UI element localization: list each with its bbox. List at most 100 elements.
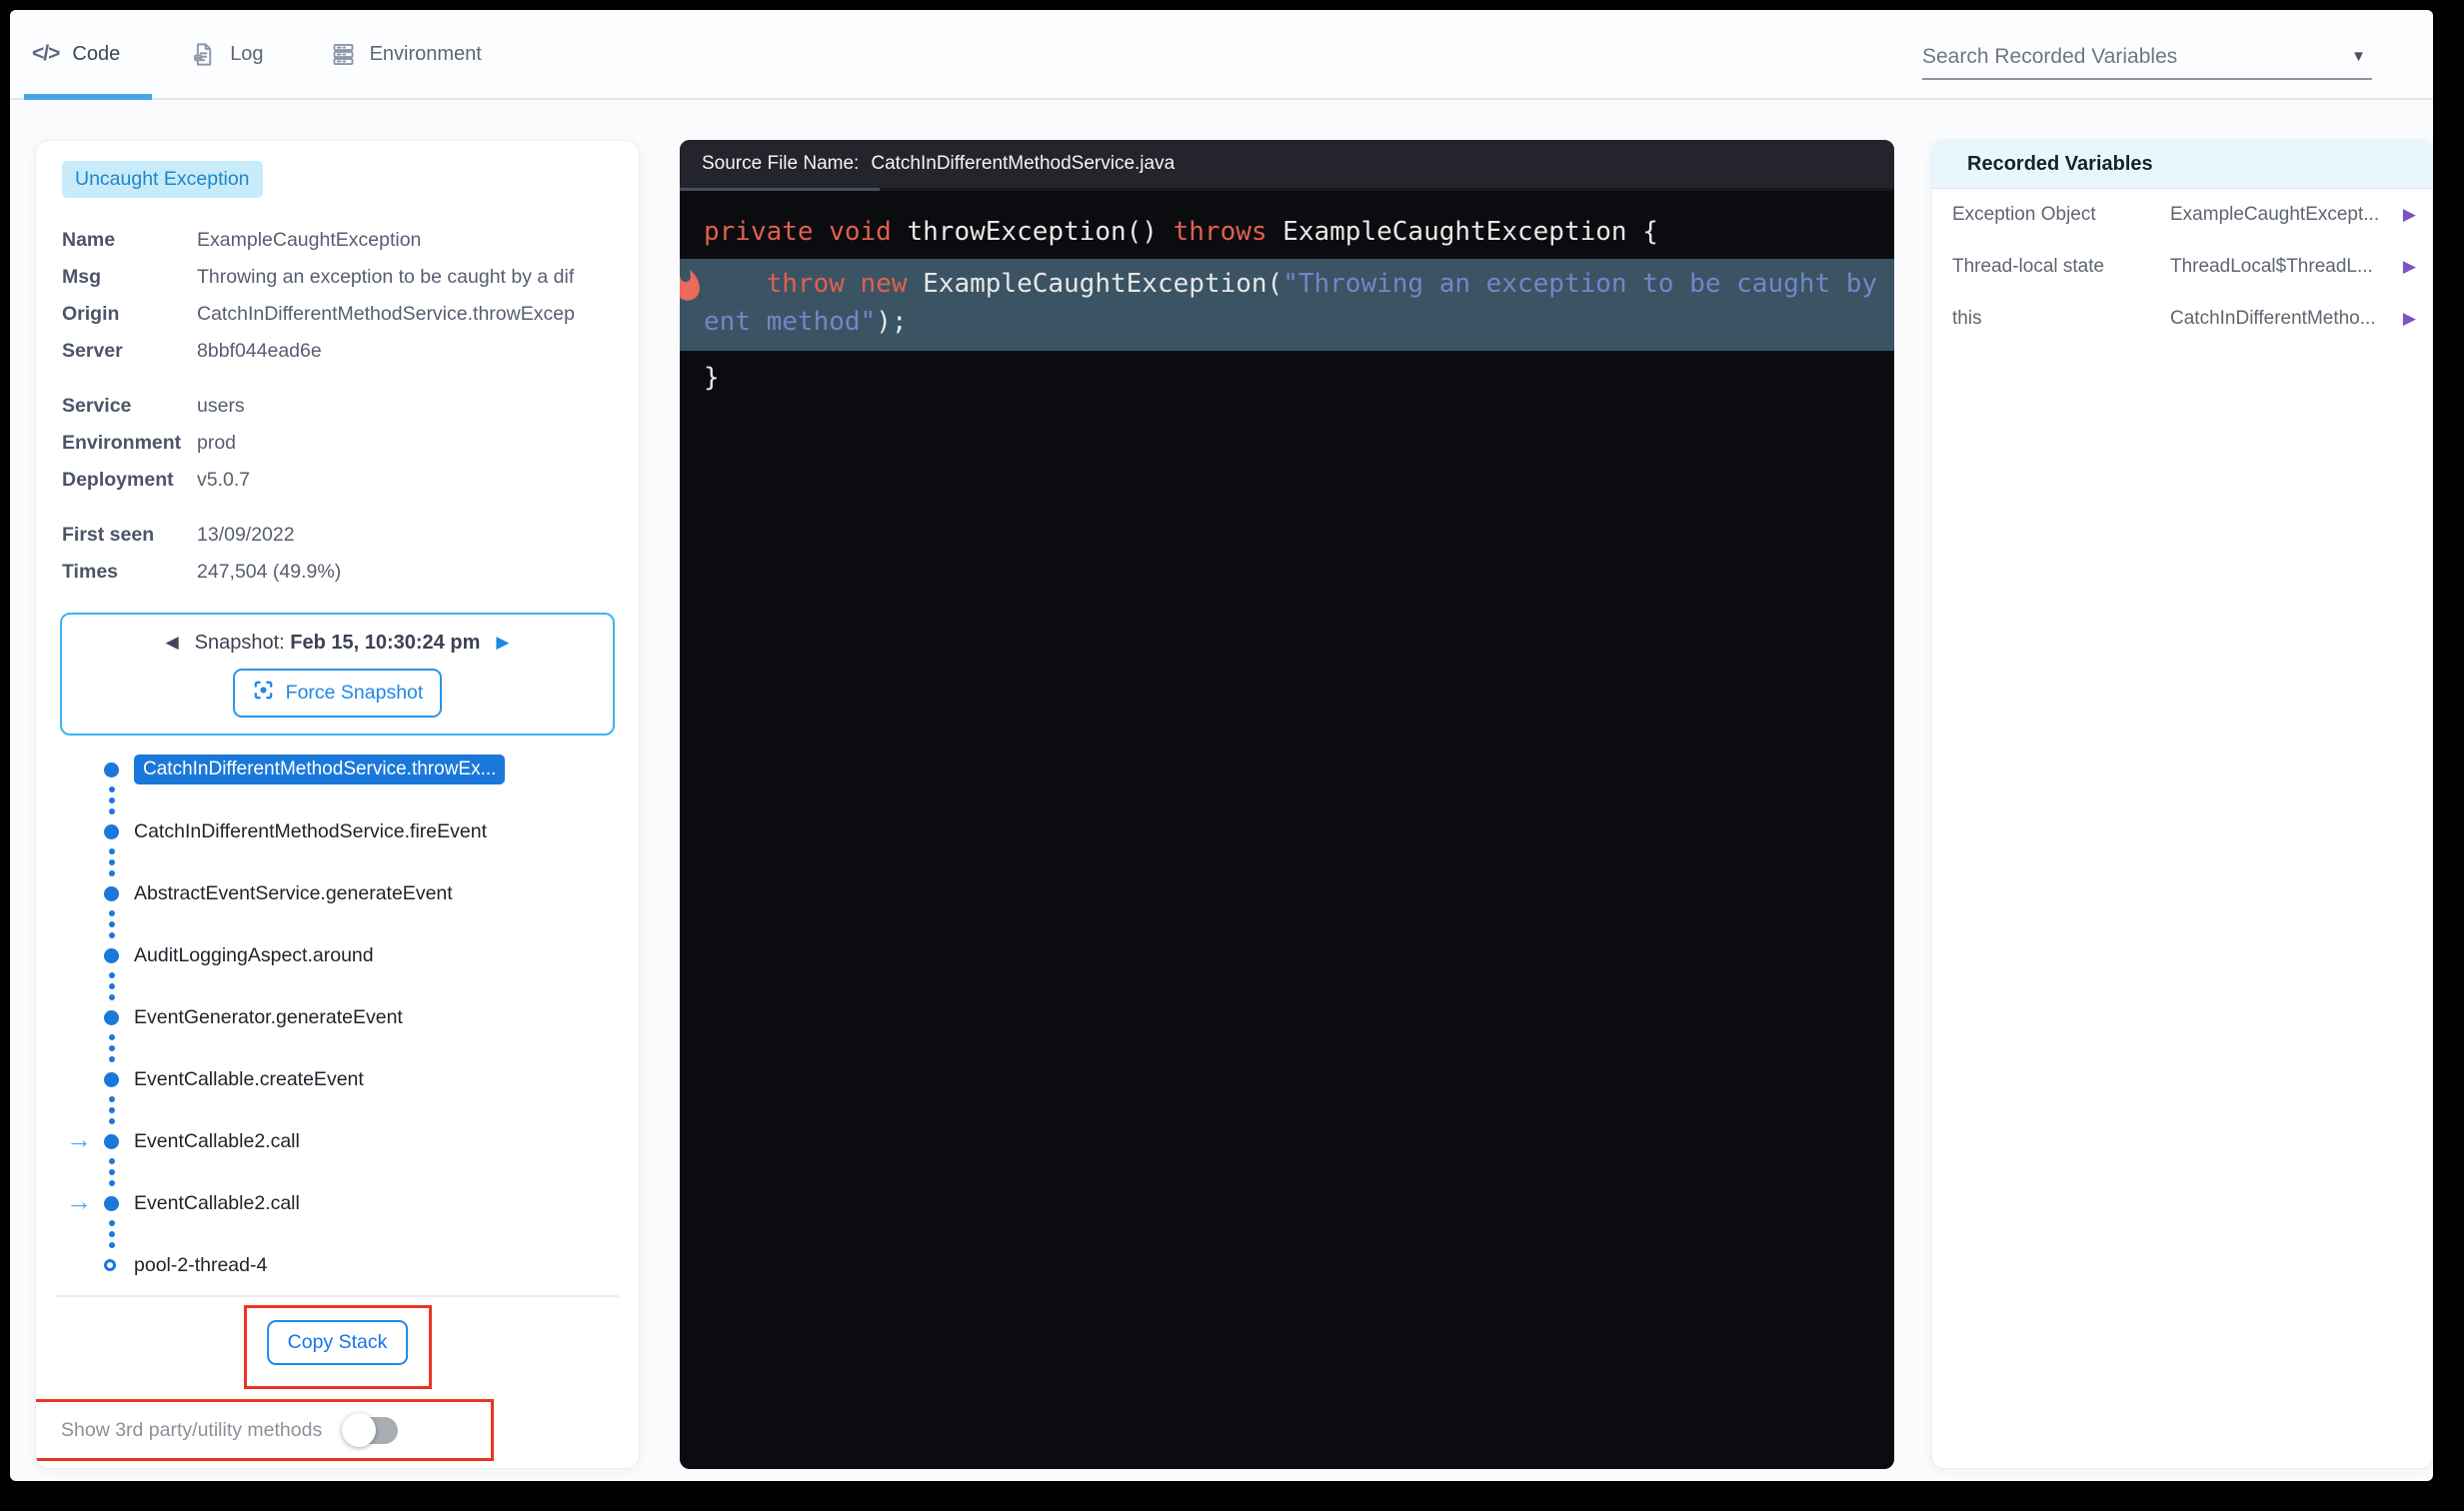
- variable-value: CatchInDifferentMetho...: [2170, 308, 2376, 329]
- app-window: </> Code Log Environment Search Recorded…: [10, 10, 2433, 1481]
- code-token: );: [876, 307, 908, 337]
- string-token: "Throwing an exception to be caught by a…: [1282, 269, 1894, 299]
- stack-connector: [36, 969, 639, 1003]
- copy-stack-button[interactable]: Copy Stack: [266, 1320, 409, 1365]
- snapshot-label: Snapshot:: [194, 631, 291, 654]
- code-line-2-wrap-b: ent method");: [680, 303, 1894, 341]
- detail-row-service: Service users: [62, 388, 613, 425]
- detail-value: 247,504 (49.9%): [197, 561, 342, 583]
- tab-environment-label: Environment: [369, 42, 482, 65]
- force-snapshot-label: Force Snapshot: [285, 682, 424, 704]
- third-party-toggle-area: Show 3rd party/utility methods: [36, 1399, 639, 1463]
- detail-row-deployment: Deployment v5.0.7: [62, 462, 613, 499]
- copy-stack-area: Copy Stack: [36, 1305, 639, 1393]
- code-viewer: Source File Name: CatchInDifferentMethod…: [680, 140, 1894, 1469]
- detail-row-msg: Msg Throwing an exception to be caught b…: [62, 259, 613, 296]
- toggle-row: Show 3rd party/utility methods: [61, 1399, 399, 1461]
- stack-connector: [36, 1217, 639, 1251]
- detail-row-first-seen: First seen 13/09/2022: [62, 517, 613, 554]
- code-line-1: private void throwException() throws Exa…: [680, 215, 1894, 249]
- variable-value: ThreadLocal$ThreadL...: [2170, 256, 2373, 277]
- detail-value: prod: [197, 432, 237, 454]
- tab-environment[interactable]: Environment: [330, 10, 482, 98]
- third-party-methods-toggle[interactable]: [342, 1412, 399, 1447]
- stack-frame-label: EventGenerator.generateEvent: [134, 1005, 403, 1028]
- snapshot-navigator: ◀ Snapshot: Feb 15, 10:30:24 pm ▶ Force …: [60, 613, 615, 736]
- force-snapshot-button[interactable]: Force Snapshot: [232, 669, 443, 718]
- tab-code[interactable]: </> Code: [24, 10, 152, 100]
- variable-value: ExampleCaughtExcept...: [2170, 204, 2380, 225]
- stack-frame-thread-hop[interactable]: → EventCallable2.call: [36, 1124, 639, 1155]
- stack-frame[interactable]: AbstractEventService.generateEvent: [36, 879, 639, 907]
- stack-trace-list: CatchInDifferentMethodService.throwEx...…: [36, 755, 639, 1279]
- stack-connector: [36, 1155, 639, 1189]
- code-header-underline: [680, 188, 1894, 191]
- detail-label: Environment: [62, 432, 182, 454]
- code-viewer-header: Source File Name: CatchInDifferentMethod…: [680, 140, 1894, 188]
- stack-frame-label: AbstractEventService.generateEvent: [134, 881, 453, 904]
- detail-value: Throwing an exception to be caught by a …: [197, 266, 575, 288]
- detail-label: Deployment: [62, 469, 174, 491]
- tab-log[interactable]: Log: [190, 10, 264, 98]
- top-tab-bar: </> Code Log Environment Search Recorded…: [10, 10, 2433, 100]
- stack-frame[interactable]: CatchInDifferentMethodService.fireEvent: [36, 817, 639, 845]
- expand-variable-icon[interactable]: ▶: [2403, 257, 2416, 277]
- stack-connector: [36, 1093, 639, 1127]
- stack-node-dot: [104, 1072, 119, 1087]
- active-tab-underline: [24, 94, 152, 100]
- source-file-name: CatchInDifferentMethodService.java: [871, 153, 1176, 174]
- stack-frame[interactable]: EventCallable.createEvent: [36, 1065, 639, 1093]
- variable-row-exception-object[interactable]: Exception Object ExampleCaughtExcept... …: [1932, 189, 2432, 241]
- detail-label: Origin: [62, 303, 120, 325]
- stack-frame-label: EventCallable2.call: [134, 1191, 300, 1214]
- server-stack-icon: [330, 41, 357, 68]
- detail-value: CatchInDifferentMethodService.throwExcep: [197, 303, 575, 325]
- detail-value: users: [197, 395, 245, 417]
- expand-variable-icon[interactable]: ▶: [2403, 309, 2416, 329]
- detail-row-origin: Origin CatchInDifferentMethodService.thr…: [62, 296, 613, 333]
- code-header-tab-indicator: [680, 188, 880, 191]
- thread-hop-arrow-icon: →: [66, 1124, 92, 1154]
- stack-frame-label: AuditLoggingAspect.around: [134, 943, 374, 966]
- exception-flame-icon: [680, 267, 705, 314]
- previous-snapshot-icon[interactable]: ◀: [166, 633, 179, 653]
- stack-connector: [36, 1031, 639, 1065]
- detail-label: Times: [62, 561, 119, 583]
- stack-frame[interactable]: AuditLoggingAspect.around: [36, 941, 639, 969]
- detail-value: ExampleCaughtException: [197, 229, 422, 251]
- stack-frame[interactable]: EventGenerator.generateEvent: [36, 1003, 639, 1031]
- detail-row-times: Times 247,504 (49.9%): [62, 554, 613, 591]
- variable-name: Exception Object: [1952, 204, 2096, 225]
- variable-row-thread-local[interactable]: Thread-local state ThreadLocal$ThreadL..…: [1932, 241, 2432, 293]
- code-editor-content[interactable]: private void throwException() throws Exa…: [680, 191, 1894, 395]
- stack-node-dot: [104, 1134, 119, 1149]
- snapshot-viewfinder-icon: [252, 679, 275, 708]
- next-snapshot-icon[interactable]: ▶: [496, 633, 509, 653]
- chevron-down-icon[interactable]: ▼: [2351, 48, 2366, 65]
- keyword-token: private void: [704, 217, 892, 247]
- recorded-variables-header: Recorded Variables: [1932, 141, 2432, 189]
- code-token: ExampleCaughtException {: [1266, 217, 1658, 247]
- stack-node-dot: [104, 1196, 119, 1211]
- search-recorded-variables-select[interactable]: Search Recorded Variables ▼: [1922, 36, 2372, 80]
- detail-row-server: Server 8bbf044ead6e: [62, 333, 613, 370]
- expand-variable-icon[interactable]: ▶: [2403, 205, 2416, 225]
- tab-log-label: Log: [230, 42, 264, 65]
- stack-node-dot: [104, 1010, 119, 1025]
- stack-frame-thread-hop[interactable]: → EventCallable2.call: [36, 1186, 639, 1217]
- keyword-token: throws: [1173, 217, 1267, 247]
- detail-label: Name: [62, 229, 116, 251]
- stack-frame-thread-root[interactable]: pool-2-thread-4: [36, 1251, 639, 1279]
- snapshot-nav-row: ◀ Snapshot: Feb 15, 10:30:24 pm ▶: [72, 629, 603, 657]
- stack-footer-divider: [56, 1295, 619, 1297]
- stack-frame-selected[interactable]: CatchInDifferentMethodService.throwEx...: [36, 755, 639, 784]
- detail-label: First seen: [62, 524, 155, 546]
- variable-name: Thread-local state: [1952, 256, 2105, 277]
- stack-connector: [36, 845, 639, 879]
- code-line-3: }: [704, 363, 720, 393]
- source-file-label: Source File Name:: [702, 153, 860, 174]
- recorded-variables-panel: Recorded Variables Exception Object Exam…: [1931, 140, 2433, 1469]
- toggle-label: Show 3rd party/utility methods: [61, 1418, 323, 1441]
- stack-frame-label: CatchInDifferentMethodService.throwEx...: [134, 755, 506, 784]
- variable-row-this[interactable]: this CatchInDifferentMetho... ▶: [1932, 293, 2432, 345]
